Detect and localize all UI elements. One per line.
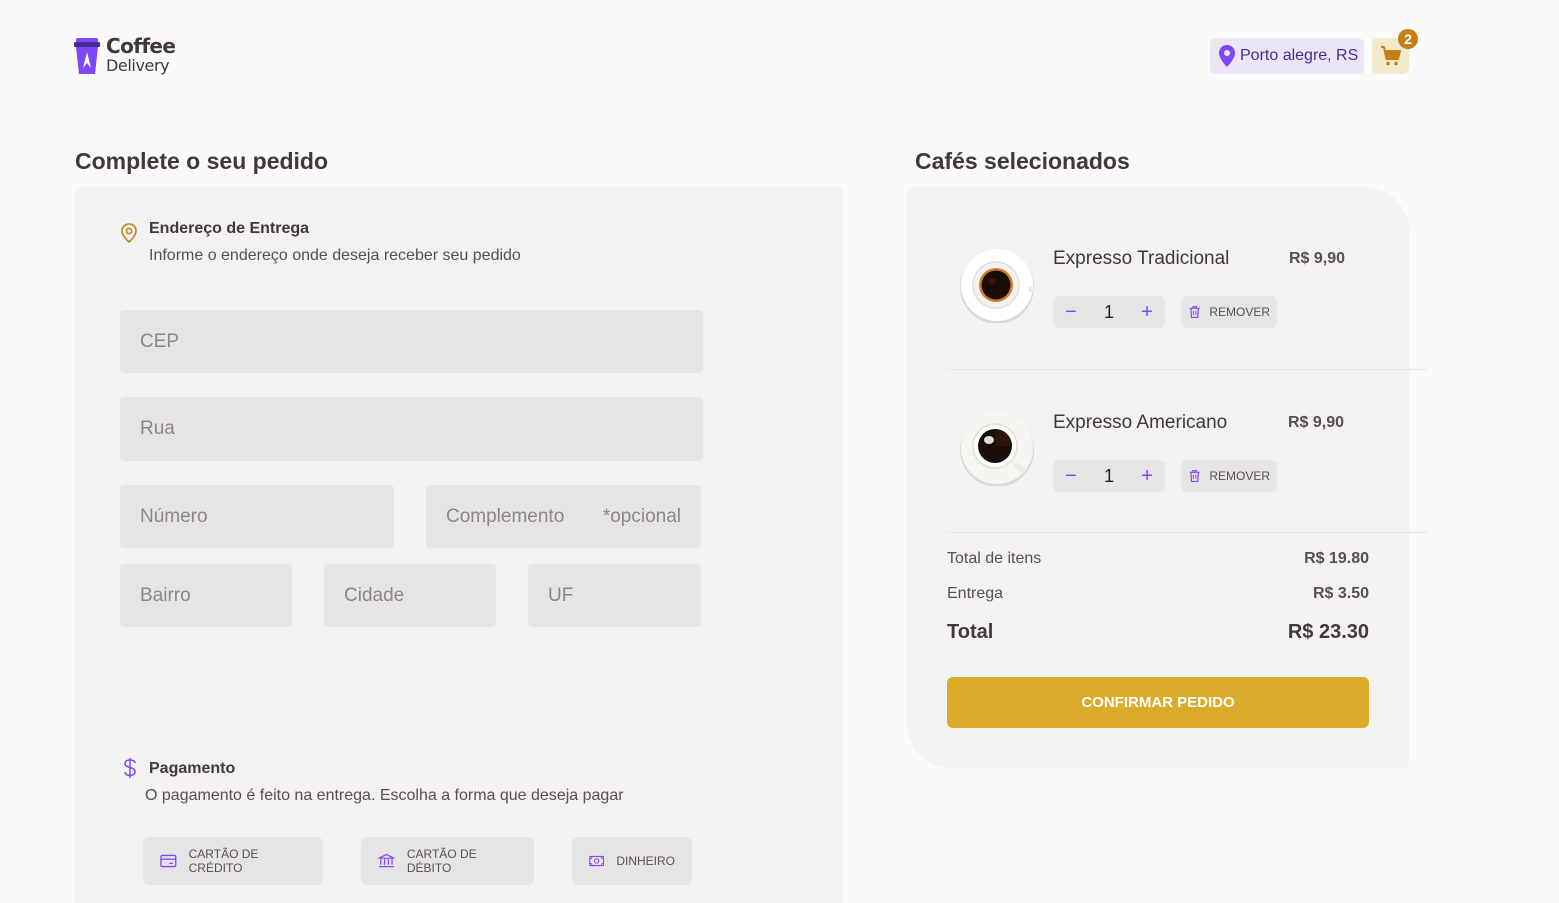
bank-icon: [378, 853, 395, 868]
logo[interactable]: Coffee Delivery: [74, 34, 176, 76]
street-input[interactable]: Rua: [120, 397, 703, 461]
quantity-value: 1: [1103, 465, 1114, 486]
item-divider: [947, 369, 1427, 370]
coffee-cup-image: [960, 249, 1035, 323]
uf-input[interactable]: UF: [528, 564, 701, 627]
remove-label: REMOVER: [1209, 305, 1270, 319]
logo-line-1: Coffee: [106, 34, 176, 58]
remove-button[interactable]: REMOVER: [1181, 460, 1277, 492]
address-title: Endereço de Entrega: [149, 220, 310, 237]
number-placeholder: Número: [140, 505, 208, 527]
summary-total-label: Total: [947, 621, 994, 643]
cart-item-name: Expresso Tradicional: [1053, 248, 1230, 269]
cart-count-badge: 2: [1398, 29, 1418, 49]
summary-delivery-label: Entrega: [947, 585, 1004, 602]
street-placeholder: Rua: [140, 418, 175, 439]
payment-header: Pagamento O pagamento é feito na entrega…: [121, 757, 624, 805]
location-badge[interactable]: Porto alegre, RS: [1210, 38, 1365, 74]
cart-item-price: R$ 9,90: [1288, 414, 1345, 431]
confirm-order-button[interactable]: CONFIRMAR PEDIDO: [947, 677, 1369, 728]
minus-icon[interactable]: −: [1065, 466, 1077, 486]
city-input[interactable]: Cidade: [324, 564, 496, 627]
trash-icon: [1189, 470, 1200, 482]
complement-placeholder: Complemento: [446, 505, 565, 527]
uf-placeholder: UF: [548, 584, 574, 606]
summary-total-value: R$ 23.30: [1287, 621, 1369, 643]
minus-icon[interactable]: −: [1065, 302, 1077, 322]
payment-subtitle: O pagamento é feito na entrega. Escolha …: [145, 787, 624, 804]
map-pin-icon: [1219, 45, 1235, 67]
payment-credit-card-button[interactable]: CARTÃO DE CRÉDITO: [143, 837, 323, 885]
cart-item-price: R$ 9,90: [1289, 250, 1346, 267]
complement-optional-hint: *opcional: [602, 505, 681, 527]
summary-items-value: R$ 19.80: [1304, 550, 1369, 567]
cart-item: Expresso Americano R$ 9,90 − 1 + REMOVER: [947, 409, 1427, 499]
payment-credit-label: CARTÃO DE CRÉDITO: [188, 847, 259, 875]
cart-button[interactable]: 2: [1372, 29, 1418, 74]
payment-title: Pagamento: [149, 760, 236, 777]
credit-card-icon: [160, 854, 177, 868]
checkout-title: Complete o seu pedido: [75, 148, 329, 174]
cep-input[interactable]: CEP: [120, 310, 703, 373]
location-text: Porto alegre, RS: [1240, 47, 1359, 64]
summary-delivery-value: R$ 3.50: [1312, 585, 1369, 602]
summary-items-row: Total de itens R$ 19.80: [947, 550, 1369, 568]
trash-icon: [1189, 306, 1200, 318]
logo-line-2: Delivery: [106, 56, 170, 75]
plus-icon[interactable]: +: [1141, 302, 1153, 322]
remove-button[interactable]: REMOVER: [1181, 296, 1277, 328]
cart-item: Expresso Tradicional R$ 9,90 − 1 + REMOV…: [947, 245, 1427, 335]
neighborhood-placeholder: Bairro: [140, 584, 191, 606]
address-header: Endereço de Entrega Informe o endereço o…: [119, 220, 521, 265]
cart-summary-card: Expresso Tradicional R$ 9,90 − 1 + REMOV…: [907, 187, 1427, 768]
neighborhood-input[interactable]: Bairro: [120, 564, 292, 627]
map-pin-outline-icon: [121, 223, 137, 244]
quantity-stepper: − 1 +: [1053, 460, 1165, 492]
summary-total-row: Total R$ 23.30: [947, 621, 1369, 644]
summary-items-label: Total de itens: [947, 550, 1042, 567]
checkout-form-card: Endereço de Entrega Informe o endereço o…: [75, 187, 843, 903]
payment-cash-label: DINHEIRO: [616, 854, 675, 868]
address-subtitle: Informe o endereço onde deseja receber s…: [149, 247, 521, 264]
dollar-icon: [124, 758, 136, 778]
payment-debit-label: CARTÃO DE DÉBITO: [406, 847, 477, 875]
cart-icon: [1380, 46, 1401, 66]
coffee-cup-image: [960, 412, 1034, 486]
quantity-value: 1: [1103, 301, 1114, 322]
payment-debit-card-button[interactable]: CARTÃO DE DÉBITO: [361, 837, 534, 885]
item-divider: [947, 532, 1427, 533]
number-input[interactable]: Número: [120, 485, 394, 548]
city-placeholder: Cidade: [344, 584, 405, 606]
money-icon: [589, 855, 605, 867]
cart-item-name: Expresso Americano: [1053, 412, 1228, 433]
complement-input[interactable]: Complemento *opcional: [426, 485, 701, 548]
cep-placeholder: CEP: [140, 330, 180, 352]
remove-label: REMOVER: [1209, 469, 1270, 483]
cup-logo-icon: [74, 38, 100, 74]
payment-cash-button[interactable]: DINHEIRO: [572, 837, 692, 885]
quantity-stepper: − 1 +: [1053, 296, 1165, 328]
plus-icon[interactable]: +: [1141, 466, 1153, 486]
cart-title: Cafés selecionados: [915, 148, 1130, 174]
summary-delivery-row: Entrega R$ 3.50: [947, 585, 1369, 603]
